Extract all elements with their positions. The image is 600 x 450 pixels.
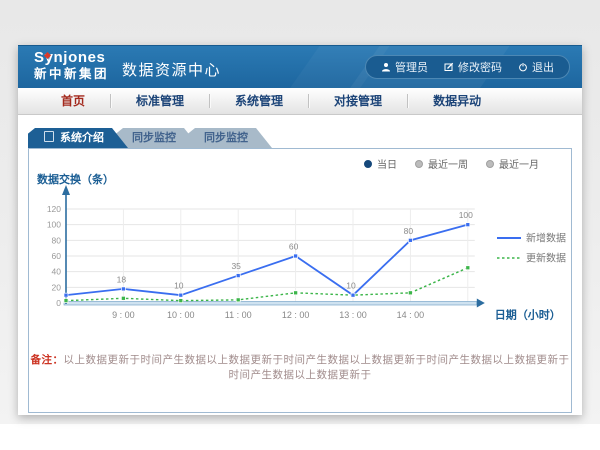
brand-company: 新中新集团 — [34, 68, 109, 82]
radio-icon — [364, 160, 372, 168]
tab-label: 同步监控 — [132, 132, 176, 144]
y-tick-label: 0 — [56, 298, 61, 308]
y-tick-label: 40 — [52, 267, 62, 277]
edit-icon — [444, 62, 454, 72]
x-tick-label: 9 : 00 — [112, 310, 135, 320]
radio-icon — [415, 160, 423, 168]
change-password-label: 修改密码 — [458, 59, 502, 75]
logout-label: 退出 — [532, 59, 554, 75]
time-filter-label: 最近一月 — [499, 156, 539, 171]
time-filter-label: 最近一周 — [428, 156, 468, 171]
data-point-label: 80 — [404, 226, 414, 236]
data-point — [64, 293, 68, 297]
legend-label: 新增数据 — [526, 232, 566, 245]
user-menu[interactable]: 管理员 — [381, 59, 428, 75]
brand-logo: Synjones 新中新集团 — [34, 50, 109, 81]
data-point — [179, 293, 183, 297]
data-point-label: 100 — [459, 210, 473, 220]
nav-item-2[interactable]: 系统管理 — [210, 88, 308, 114]
app-window: Synjones 新中新集团 数据资源中心 管理员 修改密码 — [18, 45, 582, 415]
data-point — [408, 291, 412, 295]
data-point — [294, 254, 298, 258]
power-icon — [518, 62, 528, 72]
data-point — [351, 293, 355, 297]
user-icon — [381, 62, 391, 72]
footnote-text: 以上数据更新于时间产生数据以上数据更新于时间产生数据以上数据更新于时间产生数据以… — [64, 354, 570, 381]
time-filter-1[interactable]: 最近一周 — [415, 156, 468, 171]
data-point-label: 10 — [346, 281, 356, 291]
data-point — [121, 296, 125, 300]
legend-item-0[interactable]: 新增数据 — [497, 232, 566, 245]
nav-item-4[interactable]: 数据异动 — [408, 88, 506, 114]
chart-panel: 0 20 40 60 80 100 120 9 : 00 10 : 00 11 : 00 12 : … — [28, 148, 572, 413]
x-axis-arrow-icon — [477, 299, 485, 308]
y-tick-label: 80 — [52, 235, 62, 245]
series-新增数据: 18 10 35 60 10 80 100 — [64, 210, 473, 297]
x-tick-label: 14 : 00 — [397, 310, 425, 320]
time-filter-group: 当日 最近一周 最近一月 — [364, 156, 539, 171]
time-filter-2[interactable]: 最近一月 — [486, 156, 539, 171]
user-toolbar: 管理员 修改密码 退出 — [365, 55, 570, 79]
data-point — [408, 238, 412, 242]
footnote: 备注：以上数据更新于时间产生数据以上数据更新于时间产生数据以上数据更新于时间产生… — [29, 352, 571, 382]
tab-label: 系统介绍 — [60, 132, 104, 144]
data-point-label: 10 — [174, 281, 184, 291]
y-axis-title: 数据交换（条） — [37, 172, 114, 186]
main-nav: 首页标准管理系统管理对接管理数据异动 — [18, 88, 582, 115]
nav-item-1[interactable]: 标准管理 — [111, 88, 209, 114]
legend-item-1[interactable]: 更新数据 — [497, 252, 566, 265]
chart-legend: 新增数据更新数据 — [497, 232, 566, 265]
nav-item-3[interactable]: 对接管理 — [309, 88, 407, 114]
nav-item-0[interactable]: 首页 — [36, 88, 110, 114]
radio-icon — [486, 160, 494, 168]
series-line — [66, 268, 468, 301]
legend-label: 更新数据 — [526, 252, 566, 265]
data-point-label: 35 — [231, 261, 241, 271]
data-point — [294, 291, 298, 295]
data-point — [466, 223, 470, 227]
x-axis — [64, 302, 477, 306]
data-point — [236, 298, 240, 302]
tab-1[interactable]: 同步监控 — [116, 128, 200, 148]
x-tick-label: 13 : 00 — [339, 310, 367, 320]
app-header: Synjones 新中新集团 数据资源中心 管理员 修改密码 — [18, 45, 582, 88]
data-point-label: 18 — [117, 274, 127, 284]
tab-bar: 系统介绍 同步监控 同步监控 — [28, 128, 260, 148]
y-tick-label: 100 — [47, 220, 61, 230]
logout-button[interactable]: 退出 — [518, 59, 554, 75]
change-password-button[interactable]: 修改密码 — [444, 59, 502, 75]
page-title: 数据资源中心 — [122, 59, 221, 80]
x-tick-label: 11 : 00 — [225, 310, 252, 320]
time-filter-0[interactable]: 当日 — [364, 156, 397, 171]
data-point — [64, 299, 68, 303]
y-tick-label: 60 — [52, 251, 62, 261]
x-tick-label: 12 : 00 — [282, 310, 310, 320]
time-filter-label: 当日 — [377, 156, 397, 171]
y-tick-label: 20 — [52, 282, 62, 292]
x-tick-label: 10 : 00 — [167, 310, 195, 320]
y-axis-arrow-icon — [62, 185, 70, 195]
user-name: 管理员 — [395, 59, 428, 75]
data-point-label: 60 — [289, 242, 299, 252]
data-point — [236, 274, 240, 278]
x-axis-title: 日期（小时） — [495, 308, 561, 322]
data-point — [121, 287, 125, 291]
data-point — [179, 299, 183, 303]
tab-label: 同步监控 — [204, 132, 248, 144]
document-icon — [44, 131, 54, 142]
tab-0[interactable]: 系统介绍 — [28, 128, 128, 148]
data-point — [466, 266, 470, 270]
y-tick-label: 120 — [47, 204, 61, 214]
footnote-label: 备注： — [31, 354, 64, 366]
tab-2[interactable]: 同步监控 — [188, 128, 272, 148]
